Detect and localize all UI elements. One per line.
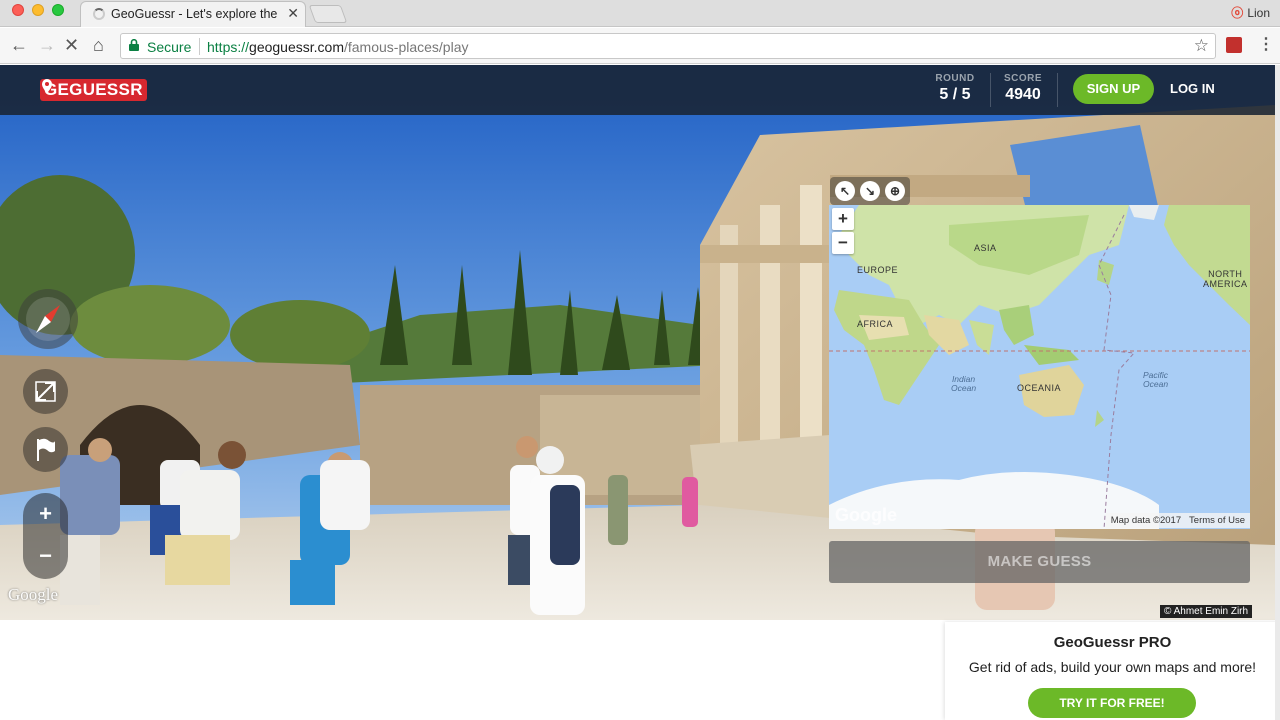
map-label-indian-ocean: Indian Ocean: [951, 375, 976, 393]
score-label: SCORE: [1003, 73, 1043, 84]
url-path: /famous-places/play: [343, 39, 469, 55]
profile-button[interactable]: ⓞ Lion: [1231, 4, 1270, 21]
map-label-pacific-ocean: Pacific Ocean: [1143, 371, 1168, 389]
map-label-pacific-ocean-line2: Ocean: [1143, 379, 1169, 389]
window-close-button[interactable]: [12, 4, 24, 16]
minus-icon[interactable]: −: [23, 543, 68, 569]
page: GE GUESSR ROUND 5 / 5 SCORE 4940 SIGN UP…: [0, 65, 1280, 720]
map-label-north-america-line1: NORTH: [1208, 269, 1243, 279]
round-value: 5 / 5: [939, 86, 971, 103]
round-label: ROUND: [935, 73, 975, 84]
home-icon[interactable]: ⌂: [93, 36, 104, 54]
profile-icon: ⓞ: [1231, 6, 1244, 20]
street-view-panorama[interactable]: GE GUESSR ROUND 5 / 5 SCORE 4940 SIGN UP…: [0, 65, 1275, 620]
map-zoom-out-button[interactable]: −: [832, 232, 854, 254]
map-label-asia: ASIA: [974, 243, 997, 253]
score-indicator: SCORE 4940: [1001, 73, 1045, 104]
sign-up-button[interactable]: SIGN UP: [1073, 74, 1154, 104]
map-label-africa: AFRICA: [857, 319, 894, 329]
site-header: GE GUESSR ROUND 5 / 5 SCORE 4940 SIGN UP…: [0, 65, 1275, 115]
stat-divider: [990, 73, 991, 107]
compass-icon: [26, 297, 70, 341]
plus-icon[interactable]: +: [23, 501, 68, 527]
profile-name: Lion: [1247, 6, 1270, 20]
stop-loading-icon[interactable]: ✕: [64, 36, 79, 54]
map-label-north-america-line2: AMERICA: [1203, 279, 1248, 289]
expand-map-icon[interactable]: ↖: [835, 181, 855, 201]
world-map-image: [829, 205, 1250, 529]
url-scheme: https://: [207, 39, 250, 55]
lock-icon: [129, 39, 139, 51]
panorama-zoom-controls: + −: [23, 493, 68, 579]
promo-title: GeoGuessr PRO: [1053, 634, 1172, 651]
tab-title: GeoGuessr - Let's explore the: [111, 7, 278, 21]
browser-toolbar: ← → ✕ ⌂ Secure https://geoguessr.com/fam…: [0, 28, 1280, 64]
window-zoom-button[interactable]: [52, 4, 64, 16]
map-label-north-america: NORTH AMERICA: [1203, 269, 1248, 289]
new-tab-button[interactable]: [308, 5, 348, 23]
page-scrollbar[interactable]: [1275, 65, 1280, 720]
fullscreen-button[interactable]: [23, 369, 68, 414]
flag-icon: [37, 438, 55, 461]
make-guess-button[interactable]: MAKE GUESS: [829, 541, 1250, 583]
fullscreen-icon: [35, 381, 56, 402]
back-arrow-icon[interactable]: ←: [10, 36, 28, 54]
address-bar[interactable]: Secure https://geoguessr.com/famous-plac…: [120, 33, 1216, 59]
pin-map-icon[interactable]: ⊕: [885, 181, 905, 201]
shrink-map-icon[interactable]: ↘: [860, 181, 880, 201]
map-label-europe: EUROPE: [857, 265, 899, 275]
map-size-controls: ↖ ↘ ⊕: [830, 177, 910, 205]
tab-close-icon[interactable]: ✕: [287, 5, 299, 22]
round-indicator: ROUND 5 / 5: [932, 73, 978, 104]
pro-promo-panel: GeoGuessr PRO Get rid of ads, build your…: [945, 622, 1280, 720]
guess-map[interactable]: + − EUROPE ASIA AFRICA OCEANIA NORTH AMER…: [829, 205, 1250, 529]
map-label-indian-ocean-line2: Ocean: [951, 383, 977, 393]
window-minimize-button[interactable]: [32, 4, 44, 16]
browser-tab-bar: GeoGuessr - Let's explore the ✕ ⓞ Lion: [0, 0, 1280, 27]
score-value: 4940: [1005, 86, 1041, 103]
map-data-label: Map data ©2017: [1110, 515, 1182, 526]
map-pin-icon: [42, 79, 52, 93]
return-to-start-button[interactable]: [23, 427, 68, 472]
url-text[interactable]: https://geoguessr.com/famous-places/play: [207, 39, 469, 55]
compass-button[interactable]: [18, 289, 78, 349]
try-for-free-button[interactable]: TRY IT FOR FREE!: [1028, 688, 1196, 718]
url-host: geoguessr.com: [249, 39, 344, 55]
forward-arrow-icon[interactable]: →: [38, 36, 56, 54]
map-label-oceania: OCEANIA: [1017, 383, 1062, 393]
map-terms-link[interactable]: Terms of Use: [1189, 515, 1245, 526]
geoguessr-logo[interactable]: GE GUESSR: [40, 79, 147, 101]
map-zoom-in-button[interactable]: +: [832, 208, 854, 230]
map-attribution: Map data ©2017 Terms of Use: [1105, 513, 1250, 528]
extension-icon[interactable]: [1226, 37, 1242, 53]
photo-credit: © Ahmet Emin Zirh: [1160, 605, 1253, 618]
browser-tab[interactable]: GeoGuessr - Let's explore the ✕: [80, 1, 306, 27]
promo-text: Get rid of ads, build your own maps and …: [968, 659, 1257, 675]
logo-text-right: GUESSR: [69, 80, 143, 99]
loading-spinner-icon: [93, 8, 105, 20]
log-in-link[interactable]: LOG IN: [1170, 81, 1215, 96]
google-watermark: Google: [8, 585, 59, 604]
bookmark-star-icon[interactable]: ☆: [1194, 36, 1209, 56]
secure-label: Secure: [147, 39, 192, 55]
address-divider: [199, 38, 200, 55]
stat-divider: [1057, 73, 1058, 107]
browser-menu-icon[interactable]: ⋮: [1258, 34, 1274, 54]
map-google-watermark: Google: [835, 505, 897, 525]
